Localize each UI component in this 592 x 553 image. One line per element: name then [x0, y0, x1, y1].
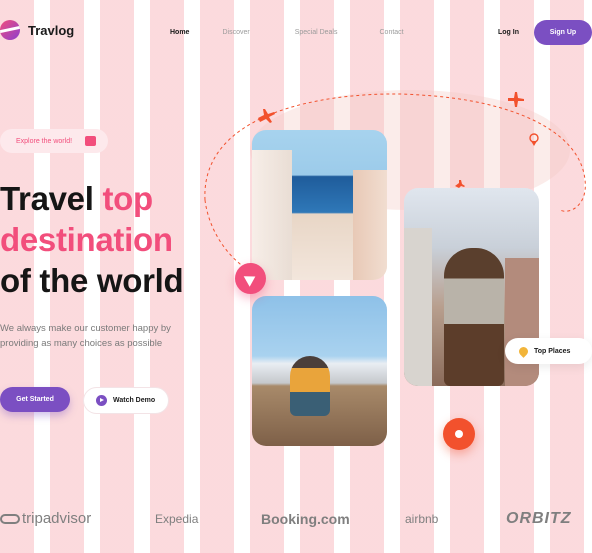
hero-title: Travel top destination of the world	[0, 178, 184, 301]
watch-demo-button[interactable]: Watch Demo	[83, 387, 169, 414]
explore-badge: Explore the world!	[0, 129, 108, 153]
pin-icon	[517, 344, 530, 358]
signup-button[interactable]: Sign Up	[534, 20, 592, 45]
tripadvisor-icon	[0, 514, 20, 525]
partner-logo-tripadvisor: tripadvisor	[0, 510, 91, 527]
add-user-icon	[455, 430, 463, 438]
partner-logo-booking: Booking.com	[261, 511, 350, 527]
watch-demo-label: Watch Demo	[113, 397, 156, 404]
top-places-label: Top Places	[534, 347, 571, 355]
partner-logo-orbitz: ORBITZ	[506, 510, 572, 527]
play-icon	[96, 395, 107, 406]
nav-item-contact[interactable]: Contact	[380, 29, 404, 36]
destination-photo-santorini	[252, 130, 387, 280]
hero-title-travel: Travel	[0, 180, 103, 217]
brand-logo[interactable]: Travlog	[0, 20, 74, 40]
partner-logo-airbnb: airbnb	[405, 512, 439, 526]
nav-item-discover[interactable]: Discover	[222, 29, 249, 36]
nav-item-special-deals[interactable]: Special Deals	[295, 29, 338, 36]
destination-photo-mountain	[252, 296, 387, 446]
bag-icon	[85, 136, 96, 146]
partner-logos: tripadvisor Expedia Booking.com airbnb O…	[0, 510, 592, 530]
main-nav: Home Discover Special Deals Contact	[160, 29, 404, 36]
explore-badge-label: Explore the world!	[16, 137, 73, 145]
brand-name: Travlog	[28, 22, 75, 38]
logo-icon	[0, 20, 20, 40]
hero-description: We always make our customer happy by pro…	[0, 323, 171, 349]
send-icon	[243, 270, 258, 287]
get-started-button[interactable]: Get Started	[0, 387, 70, 412]
hero-title-top: top	[102, 180, 153, 217]
hero-title-destination: destination	[0, 221, 173, 258]
top-places-tag[interactable]: Top Places	[505, 338, 592, 364]
add-user-button[interactable]	[443, 418, 475, 450]
partner-logo-expedia: Expedia	[155, 512, 199, 526]
hero-title-world: of the world	[0, 262, 184, 299]
send-button[interactable]	[235, 263, 266, 294]
nav-item-home[interactable]: Home	[170, 29, 189, 36]
login-link[interactable]: Log In	[498, 29, 519, 36]
